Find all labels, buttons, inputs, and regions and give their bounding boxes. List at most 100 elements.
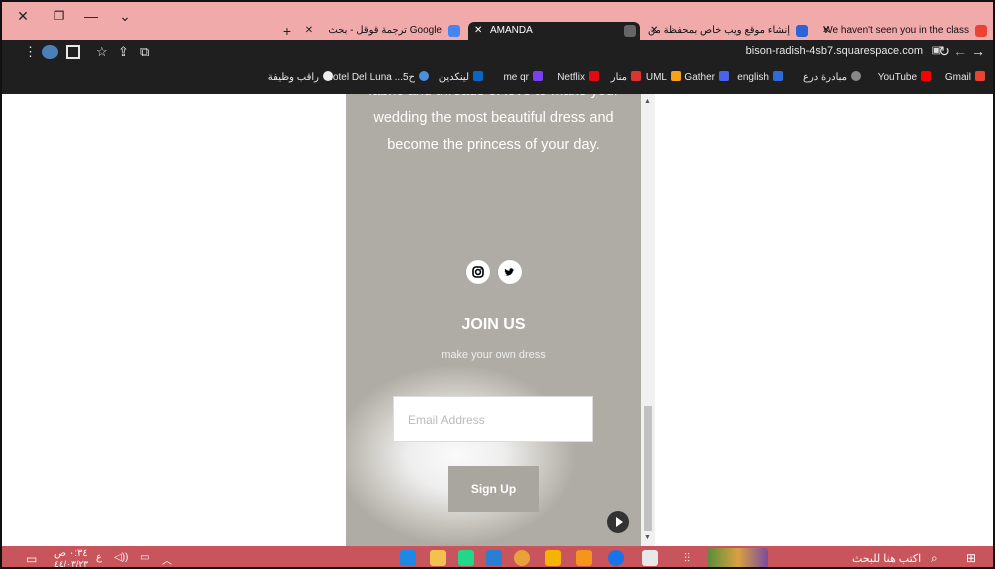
instagram-icon[interactable] [466, 260, 490, 284]
widgets-icon[interactable] [708, 548, 768, 567]
store-icon[interactable] [642, 550, 658, 566]
squarespace-icon [624, 25, 636, 37]
tab-amanda[interactable]: ✕ AMANDA [468, 22, 640, 40]
bookmark-meqr[interactable]: me qr [503, 71, 543, 83]
file-explorer-icon[interactable] [430, 550, 446, 566]
globe-icon [851, 71, 861, 81]
scrollbar[interactable]: ▲ ▼ [641, 94, 655, 546]
close-window-button[interactable]: ✕ [14, 9, 32, 23]
notifications-icon[interactable]: ▭ [26, 552, 37, 566]
gmail-icon [975, 25, 987, 37]
tab-gmail[interactable]: ✕ We haven't seen you in the class [816, 22, 991, 40]
bookmark-label: english [737, 72, 769, 83]
scroll-down-icon[interactable]: ▼ [644, 534, 651, 541]
bookmark-icon [773, 71, 783, 81]
netflix-icon [589, 71, 599, 81]
bookmark-label: مبادرة درع [803, 72, 847, 83]
menu-icon[interactable]: ⋮ [24, 44, 37, 60]
clock-date[interactable]: ٤٤/٠٣/٢٣ [54, 559, 88, 567]
twitter-icon[interactable] [498, 260, 522, 284]
tab-google-translate[interactable]: ترجمة قوقل - بحث Google [324, 22, 464, 40]
scrollbar-thumb[interactable] [644, 406, 652, 531]
bookmark-icon [323, 71, 333, 81]
address-bar: ⋮ ☆ ⇪ ⧉ bison-radish-4sb7.squarespace.co… [2, 40, 993, 64]
bookmark-linkedin[interactable]: لينكدين [439, 71, 483, 83]
page-viewport: fabric and threads of love to make your … [2, 94, 993, 546]
profile-avatar[interactable] [42, 45, 58, 59]
share-icon[interactable]: ⇪ [118, 44, 129, 60]
forward-button[interactable]: → [971, 43, 985, 59]
url-text[interactable]: bison-radish-4sb7.squarespace.com [746, 45, 923, 57]
bookmark-label: Netflix [557, 72, 585, 83]
join-subtitle: make your own dress [441, 349, 546, 361]
pycharm-icon[interactable] [458, 550, 474, 566]
bookmark-gmail[interactable]: Gmail [945, 71, 985, 83]
bookmark-label: منار [610, 72, 627, 83]
close-icon[interactable]: ✕ [474, 22, 482, 40]
language-indicator[interactable]: ع [96, 552, 102, 563]
scroll-up-icon[interactable]: ▲ [644, 98, 651, 105]
mail-icon[interactable] [486, 550, 502, 566]
bookmark-gather[interactable]: Gather [684, 71, 729, 83]
side-panel-icon[interactable] [66, 45, 80, 59]
google-icon [448, 25, 460, 37]
taskbar: ▭ ٠:٣٤ ص ٤٤/٠٣/٢٣ ع ◁)) ▭ ︿ ⫶⫶ اكتب هنا … [2, 546, 993, 567]
reload-button[interactable]: ↻ [938, 43, 950, 60]
mobile-preview: fabric and threads of love to make your … [346, 94, 641, 546]
edge-icon[interactable] [608, 550, 624, 566]
browser-window: ✕ ❐ — ⌄ + ✕ ترجمة قوقل - بحث Google ✕ AM… [0, 0, 995, 569]
bookmark-dir3[interactable]: مبادرة درع [803, 71, 861, 83]
tab-label: ترجمة قوقل - بحث Google [328, 25, 442, 36]
bookmark-label: Hotel Del Luna ...5ح [325, 72, 415, 83]
bookmark-label: Gather [684, 72, 715, 83]
close-tab-button[interactable]: ✕ [300, 24, 318, 38]
bookmark-manar[interactable]: منار [611, 71, 641, 83]
minimize-window-button[interactable]: — [82, 9, 100, 23]
site-builder-icon [796, 25, 808, 37]
join-title: JOIN US [461, 316, 526, 333]
email-field[interactable]: Email Address [393, 396, 593, 442]
telegram-icon[interactable] [400, 550, 416, 566]
chrome-icon[interactable] [545, 550, 561, 566]
intro-text: fabric and threads of love to make your … [368, 94, 619, 153]
chevron-up-icon[interactable]: ︿ [162, 552, 172, 567]
bookmark-label: لينكدين [438, 72, 469, 83]
uml-icon [671, 71, 681, 81]
bookmark-youtube[interactable]: YouTube [878, 71, 931, 83]
back-button[interactable]: ← [953, 43, 967, 59]
tab-label: إنشاء موقع ويب خاص بمحفظة من [647, 25, 790, 36]
battery-icon[interactable]: ▭ [140, 552, 149, 563]
gmail-icon [975, 71, 985, 81]
task-view-icon[interactable]: ⫶⫶ [684, 551, 690, 566]
search-icon[interactable]: ⌕ [931, 551, 938, 566]
qr-icon [533, 71, 543, 81]
manar-icon [631, 71, 641, 81]
new-tab-button[interactable]: + [278, 24, 296, 38]
globe-icon [419, 71, 429, 81]
bookmark-hotel-del-luna[interactable]: Hotel Del Luna ...5ح [326, 71, 429, 83]
search-input[interactable]: اكتب هنا للبحث [852, 552, 921, 565]
chrome-icon[interactable] [514, 550, 530, 566]
intro-section: fabric and threads of love to make your … [346, 94, 641, 245]
bookmark-uml[interactable]: UML [646, 71, 681, 83]
tab-bar: ✕ ❐ — ⌄ + ✕ ترجمة قوقل - بحث Google ✕ AM… [2, 2, 993, 40]
windows-start-icon[interactable]: ⊞ [966, 551, 976, 565]
clock-time[interactable]: ٠:٣٤ ص [54, 548, 88, 559]
bookmark-label: Gmail [944, 72, 971, 83]
bookmark-star-icon[interactable]: ☆ [96, 44, 108, 60]
linkedin-icon [473, 71, 483, 81]
play-icon[interactable] [607, 511, 629, 533]
bookmark-english[interactable]: english [737, 71, 783, 83]
app-icon[interactable] [576, 550, 592, 566]
bookmark-label: me qr [503, 72, 529, 83]
restore-window-button[interactable]: ❐ [50, 9, 68, 23]
install-app-icon[interactable]: ⧉ [140, 44, 149, 60]
bookmarks-bar: Gmail YouTube مبادرة درع english Gather … [2, 64, 993, 94]
bookmark-watch-job[interactable]: راقب وظيفة [268, 71, 333, 83]
sign-up-button[interactable]: Sign Up [448, 466, 539, 512]
volume-icon[interactable]: ◁)) [114, 552, 128, 563]
tab-portfolio-builder[interactable]: ✕ إنشاء موقع ويب خاص بمحفظة من [644, 22, 812, 40]
join-section: JOIN US make your own dress Email Addres… [346, 245, 641, 546]
bookmark-netflix[interactable]: Netflix [557, 71, 599, 83]
tab-search-dropdown[interactable]: ⌄ [116, 9, 134, 23]
